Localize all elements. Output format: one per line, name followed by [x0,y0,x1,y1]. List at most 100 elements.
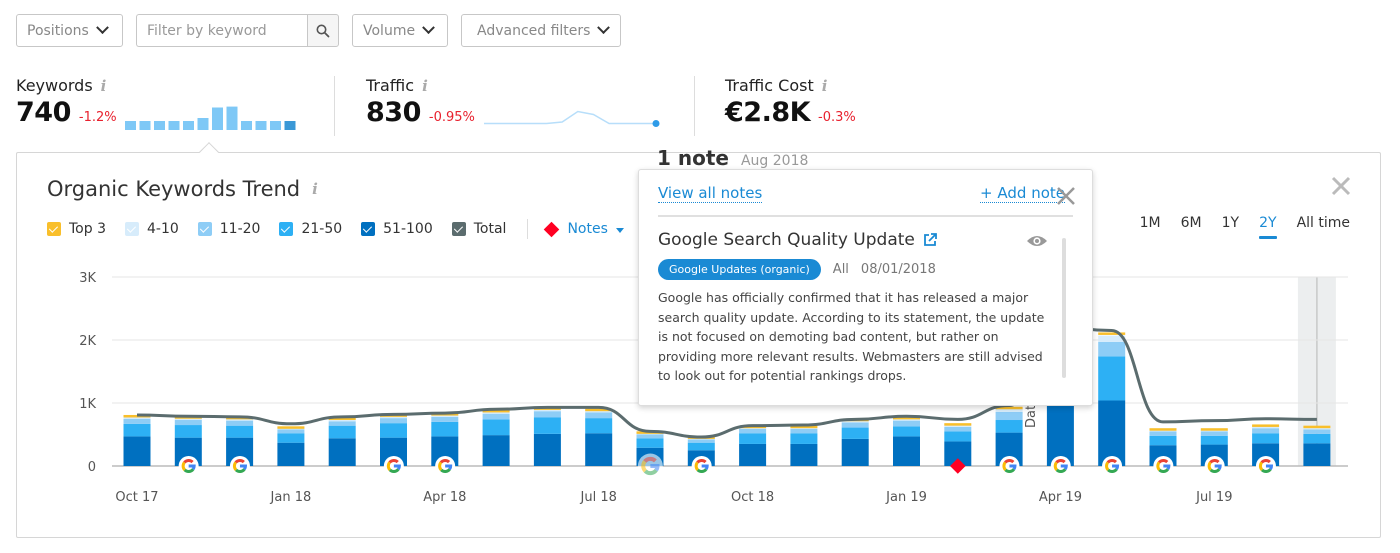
bar-segment-21-50 [226,425,254,438]
bar-segment-11-20 [585,412,613,419]
view-all-notes-link[interactable]: View all notes [658,184,763,203]
bar-segment-11-20 [1149,431,1177,436]
note-heading: 1 note Aug 2018 [657,146,808,170]
bar-segment-21-50 [533,417,561,434]
bar-stack[interactable] [893,416,920,466]
bar-segment-21-50 [1149,435,1177,446]
bar-segment-top-3 [1303,425,1331,429]
note-title-text: Google Search Quality Update [658,230,915,250]
bar-segment-51-100 [277,442,305,466]
bar-segment-21-50 [328,425,356,439]
divider [658,215,1073,217]
bar-stack[interactable] [1098,332,1126,466]
bar-segment-51-100 [533,433,561,466]
bar-segment-21-50 [277,433,305,443]
bar-segment-21-50 [482,419,510,436]
y-tick-label: 2K [79,334,96,349]
bar-segment-11-20 [1252,428,1280,434]
bar-segment-11-20 [636,434,664,439]
google-update-icon[interactable] [999,456,1020,476]
bar-segment-top-3 [1200,428,1228,431]
bar-stack[interactable] [482,409,510,466]
x-tick-label: Oct 17 [115,490,158,505]
bar-segment-11-20 [1098,341,1126,357]
bar-segment-21-50 [123,423,151,437]
bar-stack[interactable] [585,408,613,466]
x-tick-label: Jul 19 [1195,490,1232,505]
bar-segment-11-20 [687,439,715,443]
google-update-icon[interactable] [1102,456,1123,476]
bar-segment-51-100 [893,436,920,466]
bar-segment-51-100 [790,443,818,466]
bar-stack[interactable] [841,418,869,466]
bar-segment-51-100 [328,438,356,466]
google-update-icon[interactable] [435,456,456,476]
x-tick-label: Oct 18 [731,490,774,505]
google-update-icon[interactable] [1255,456,1276,476]
external-link-icon[interactable] [923,233,937,247]
x-tick-label: Jul 18 [580,490,617,505]
bar-segment-21-50 [995,420,1023,433]
eye-icon[interactable] [1026,234,1048,248]
bar-segment-21-50 [1200,435,1228,445]
bar-segment-51-100 [1303,443,1331,466]
bar-segment-11-20 [790,428,818,434]
note-count: 1 note [657,146,729,170]
bar-segment-51-100 [482,435,510,466]
google-update-icon[interactable] [1050,456,1071,476]
add-note-link[interactable]: + Add note [980,184,1065,203]
bar-segment-21-50 [1303,433,1331,444]
bar-segment-21-50 [893,426,920,437]
bar-segment-11-20 [944,426,972,432]
bar-stack[interactable] [533,407,561,466]
bar-segment-11-20 [226,420,254,426]
bar-segment-21-50 [1098,356,1126,401]
google-update-icon[interactable] [691,456,712,476]
bar-stack[interactable] [1303,425,1331,466]
google-update-icon[interactable] [1153,456,1174,476]
bar-segment-21-50 [841,427,869,439]
bar-stack[interactable] [739,425,767,466]
x-tick-label: Jan 18 [270,490,312,505]
note-scope: All [832,262,849,277]
bar-segment-11-20 [174,420,202,426]
note-date: 08/01/2018 [860,262,936,277]
bar-segment-51-100 [585,433,613,466]
google-update-icon[interactable] [178,456,199,476]
bar-stack[interactable] [123,414,151,466]
bar-segment-11-20 [1303,429,1331,434]
bar-segment-21-50 [687,442,715,451]
bar-stack[interactable] [328,417,356,466]
close-icon[interactable] [1055,185,1077,207]
bar-segment-11-20 [123,418,151,424]
google-update-icon[interactable] [637,453,663,479]
bar-segment-11-20 [995,411,1023,421]
bar-segment-11-20 [380,418,407,424]
bar-segment-top-3 [1149,428,1177,431]
bar-segment-21-50 [1252,433,1280,444]
y-tick-label: 1K [79,397,96,412]
bar-segment-51-100 [841,438,869,466]
bar-segment-11-20 [431,416,459,422]
bar-segment-51-100 [739,443,767,466]
bar-segment-top-3 [277,426,305,429]
bar-segment-21-50 [636,438,664,448]
scrollbar[interactable] [1062,238,1066,378]
add-note-label: + Add note [980,184,1065,203]
google-update-icon[interactable] [229,456,250,476]
bar-segment-21-50 [174,425,202,438]
x-tick-label: Apr 19 [1039,490,1082,505]
bar-stack[interactable] [277,426,305,466]
x-tick-label: Jan 19 [885,490,927,505]
bar-segment-11-20 [893,420,920,427]
google-update-icon[interactable] [383,456,404,476]
bar-segment-51-100 [123,436,151,466]
bar-segment-11-20 [277,429,305,434]
bar-segment-21-50 [431,421,459,437]
google-update-icon[interactable] [1204,456,1225,476]
note-body: Google has officially confirmed that it … [658,290,1045,383]
bar-segment-21-50 [944,431,972,442]
note-category-badge[interactable]: Google Updates (organic) [658,259,821,280]
bar-segment-11-20 [739,428,767,434]
bar-stack[interactable] [790,425,818,466]
